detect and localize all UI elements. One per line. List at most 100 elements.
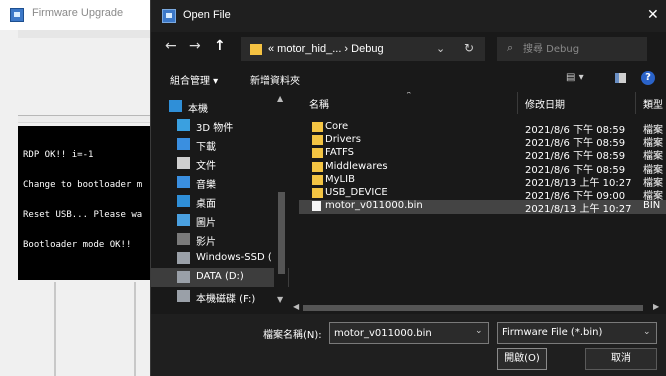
close-icon[interactable]: ✕ — [647, 7, 659, 23]
console-line: Reset USB... Please wa — [23, 210, 143, 220]
horizontal-scrollbar[interactable]: ◀ ▶ — [289, 302, 666, 314]
app-icon — [162, 9, 176, 23]
nav-pane-item-label: 音樂 — [196, 180, 216, 191]
chevron-down-icon[interactable]: ⌄ — [436, 42, 445, 55]
filename-label: 檔案名稱(N): — [263, 330, 322, 341]
folder-icon — [250, 44, 262, 55]
new-folder-button[interactable]: 新增資料夾 — [250, 72, 300, 87]
scroll-left-icon[interactable]: ◀ — [293, 302, 299, 311]
column-header-name[interactable]: 名稱 — [309, 96, 329, 111]
folder-icon — [312, 135, 323, 146]
navigation-bar: ← → ↑ « motor_hid_... › Debug ⌄ ↻ ⌕ — [151, 32, 666, 66]
video-icon — [177, 233, 190, 245]
column-header-label: 名稱 — [309, 100, 329, 111]
file-row[interactable]: MyLIB 2021/8/13 上午 10:27 檔案 — [299, 174, 666, 189]
nav-pane-item-label: 圖片 — [196, 218, 216, 229]
file-row[interactable]: FATFS 2021/8/6 下午 08:59 檔案 — [299, 147, 666, 162]
nav-pane-item[interactable]: 文件 — [151, 154, 289, 173]
nav-pane-item[interactable]: 本機磁碟 (F:) — [151, 287, 289, 306]
organize-button[interactable]: 組合管理 ▾ — [170, 72, 218, 87]
column-header-type[interactable]: 類型 — [643, 96, 663, 111]
open-button[interactable]: 開啟(O) — [497, 348, 547, 370]
nav-pane-item-label: 桌面 — [196, 199, 216, 210]
cancel-button[interactable]: 取消 — [585, 348, 657, 370]
music-icon — [177, 176, 190, 188]
scroll-right-icon[interactable]: ▶ — [653, 302, 659, 311]
scroll-down-icon[interactable]: ▼ — [277, 295, 283, 304]
nav-pane-item[interactable]: 圖片 — [151, 211, 289, 230]
pc-icon — [169, 100, 182, 112]
dialog-titlebar: Open File ✕ — [151, 0, 666, 32]
document-icon — [177, 157, 190, 169]
file-name: FATFS — [325, 147, 354, 159]
nav-pane-item[interactable]: Windows-SSD ( — [151, 249, 289, 268]
address-path[interactable]: « motor_hid_... › Debug — [268, 43, 384, 55]
background-top-panel — [18, 30, 158, 38]
nav-pane-item[interactable]: 音樂 — [151, 173, 289, 192]
sort-up-icon: ⌃ — [405, 92, 413, 101]
console-line: RDP OK!! i=-1 — [23, 150, 94, 160]
nav-pane-item-label: 3D 物件 — [196, 123, 234, 134]
console-line: Change to bootloader m — [23, 180, 143, 190]
search-input[interactable] — [523, 37, 643, 61]
folder-icon — [312, 188, 323, 198]
search-box[interactable]: ⌕ — [497, 37, 647, 61]
file-type-filter[interactable]: Firmware File (*.bin) ⌄ — [497, 322, 657, 344]
file-name: motor_v011000.bin — [325, 200, 423, 212]
pictures-icon — [177, 214, 190, 226]
nav-pane-scrollbar[interactable]: ▲ ▼ — [274, 92, 288, 306]
nav-pane-item-label: 影片 — [196, 237, 216, 248]
nav-pane-item[interactable]: 桌面 — [151, 192, 289, 211]
view-options-icon[interactable]: ▤ ▾ — [566, 72, 584, 83]
preview-pane-icon[interactable] — [615, 73, 626, 83]
folder-icon — [312, 174, 323, 185]
up-arrow-icon[interactable]: ↑ — [214, 38, 226, 54]
background-lower-panel — [18, 280, 158, 376]
file-icon — [312, 201, 321, 212]
drive-icon — [177, 290, 190, 302]
chevron-down-icon[interactable]: ⌄ — [643, 327, 651, 337]
nav-pane-item[interactable]: 本機 — [151, 97, 289, 116]
filename-input[interactable] — [329, 322, 489, 344]
nav-pane-item-label: Windows-SSD ( — [196, 252, 272, 263]
nav-pane-item[interactable]: 下載 — [151, 135, 289, 154]
toolbar: 組合管理 ▾ 新增資料夾 ▤ ▾ ? — [151, 66, 666, 90]
file-name: Middlewares — [325, 160, 388, 172]
nav-pane-item[interactable]: 3D 物件 — [151, 116, 289, 135]
file-name: Drivers — [325, 134, 361, 146]
search-icon: ⌕ — [507, 41, 514, 54]
column-divider[interactable] — [635, 92, 636, 114]
dialog-title: Open File — [183, 9, 231, 21]
help-icon[interactable]: ? — [641, 71, 655, 85]
cube-icon — [177, 119, 190, 131]
console-output: RDP OK!! i=-1 Change to bootloader m Res… — [18, 126, 158, 280]
scroll-up-icon[interactable]: ▲ — [277, 94, 283, 103]
folder-icon — [312, 161, 323, 172]
nav-pane-item[interactable]: 影片 — [151, 230, 289, 249]
file-row[interactable]: USB_DEVICE 2021/8/6 下午 09:00 檔案 — [299, 187, 666, 202]
scrollbar-thumb[interactable] — [278, 192, 285, 274]
file-row[interactable]: motor_v011000.bin 2021/8/13 上午 10:27 BIN — [299, 200, 666, 215]
file-row[interactable]: Drivers 2021/8/6 下午 08:59 檔案 — [299, 134, 666, 149]
nav-pane-item-label: 下載 — [196, 142, 216, 153]
background-window-title: Firmware Upgrade — [32, 7, 124, 19]
desktop-icon — [177, 195, 190, 207]
file-row[interactable]: Core 2021/8/6 下午 08:59 檔案 — [299, 121, 666, 136]
dialog-footer: 檔案名稱(N): ⌄ Firmware File (*.bin) ⌄ 開啟(O)… — [151, 314, 666, 376]
forward-arrow-icon[interactable]: → — [189, 38, 201, 54]
refresh-icon[interactable]: ↻ — [464, 41, 474, 55]
column-header-date[interactable]: 修改日期 — [525, 96, 565, 111]
file-type-filter-value: Firmware File (*.bin) — [502, 327, 603, 338]
address-bar[interactable]: « motor_hid_... › Debug ⌄ ↻ — [241, 37, 485, 61]
app-icon — [10, 8, 24, 22]
drive-icon — [177, 252, 190, 264]
column-divider[interactable] — [517, 92, 518, 114]
file-row[interactable]: Middlewares 2021/8/6 下午 08:59 檔案 — [299, 160, 666, 176]
nav-pane-item-label: 文件 — [196, 161, 216, 172]
nav-pane-item[interactable]: DATA (D:) — [151, 268, 289, 287]
nav-pane-item-label: 本機 — [188, 104, 208, 115]
scrollbar-thumb[interactable] — [303, 305, 643, 311]
file-type: BIN — [643, 200, 661, 212]
back-arrow-icon[interactable]: ← — [165, 38, 177, 54]
chevron-down-icon[interactable]: ⌄ — [475, 326, 483, 336]
